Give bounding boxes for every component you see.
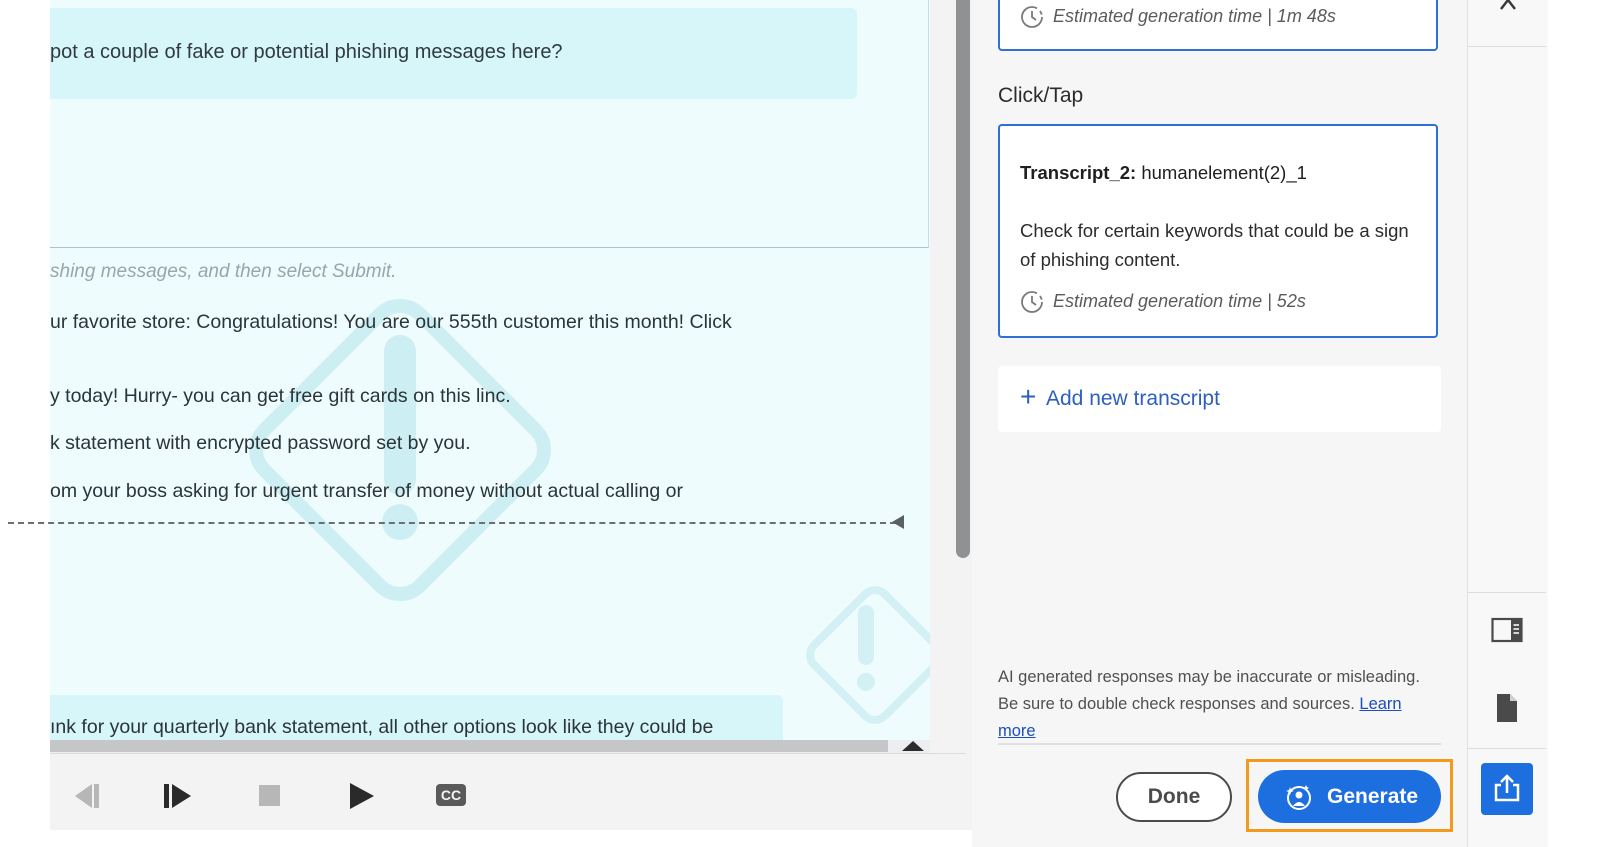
transcript-card[interactable]: Transcript_2: humanelement(2)_1 Check fo… [998, 124, 1438, 338]
warning-watermark-small-icon [806, 586, 930, 724]
clock-icon [1021, 6, 1043, 28]
estimate-row: Estimated generation time | 1m 48s [1020, 5, 1336, 29]
share-icon [1494, 774, 1520, 802]
transcript-name: Transcript_2: [1020, 162, 1137, 183]
generate-button[interactable]: Generate [1258, 770, 1441, 823]
feedback-text: ınk for your quarterly bank statement, a… [50, 716, 714, 738]
done-button[interactable]: Done [1116, 772, 1232, 822]
transcript-element: humanelement(2)_1 [1136, 162, 1307, 183]
document-icon[interactable] [1495, 693, 1519, 723]
clock-icon [1021, 291, 1043, 313]
generate-label: Generate [1327, 785, 1419, 808]
transcript-description: Check for certain keywords that could be… [1020, 220, 1409, 270]
toolbar-divider [1468, 46, 1546, 47]
add-transcript-label: Add new transcript [1046, 387, 1220, 410]
toolbar-divider [1468, 748, 1546, 749]
panel-toggle-icon[interactable] [1491, 616, 1523, 644]
disclaimer-text: AI generated responses may be inaccurate… [998, 668, 1420, 713]
answer-option[interactable]: om your boss asking for urgent transfer … [50, 480, 683, 503]
transcript-card[interactable]: Estimated generation time | 1m 48s [998, 0, 1438, 51]
question-text: pot a couple of fake or potential phishi… [50, 41, 563, 63]
answer-option[interactable]: ur favorite store: Congratulations! You … [50, 311, 732, 334]
toolbar-divider [1468, 592, 1546, 593]
timeline-marker-arrow-icon[interactable] [892, 515, 904, 529]
horizontal-scroll-thumb[interactable] [50, 740, 888, 752]
play-icon[interactable] [346, 780, 378, 812]
estimate-row: Estimated generation time | 52s [1020, 290, 1306, 314]
add-transcript-button[interactable]: + Add new transcript [998, 366, 1441, 432]
step-forward-icon[interactable] [162, 780, 194, 812]
estimated-time-text: Estimated generation time | 52s [1053, 290, 1306, 311]
divider [998, 743, 1441, 745]
transcript-title: Transcript_2: humanelement(2)_1 [1020, 162, 1307, 184]
ai-generate-icon [1286, 785, 1311, 810]
stop-icon[interactable] [254, 780, 286, 812]
timeline-marker-line[interactable] [8, 522, 896, 524]
estimated-time-text: Estimated generation time | 1m 48s [1053, 5, 1336, 26]
answer-option[interactable]: y today! Hurry- you can get free gift ca… [50, 385, 511, 408]
section-heading: Click/Tap [998, 84, 1084, 107]
chevron-up-icon[interactable] [1498, 0, 1518, 11]
plus-icon: + [1020, 381, 1037, 412]
instruction-text: shing messages, and then select Submit. [50, 261, 397, 282]
slide-stage: pot a couple of fake or potential phishi… [50, 0, 930, 752]
ai-disclaimer: AI generated responses may be inaccurate… [998, 664, 1438, 745]
closed-captions-icon[interactable]: CC [436, 784, 466, 806]
closed-captions-label: CC [440, 787, 462, 803]
vertical-scroll-thumb[interactable] [956, 0, 970, 558]
scroll-up-arrow-icon[interactable] [902, 741, 924, 751]
share-button[interactable] [1481, 763, 1533, 815]
skip-back-icon[interactable] [72, 780, 104, 812]
answer-option[interactable]: k statement with encrypted password set … [50, 432, 471, 455]
